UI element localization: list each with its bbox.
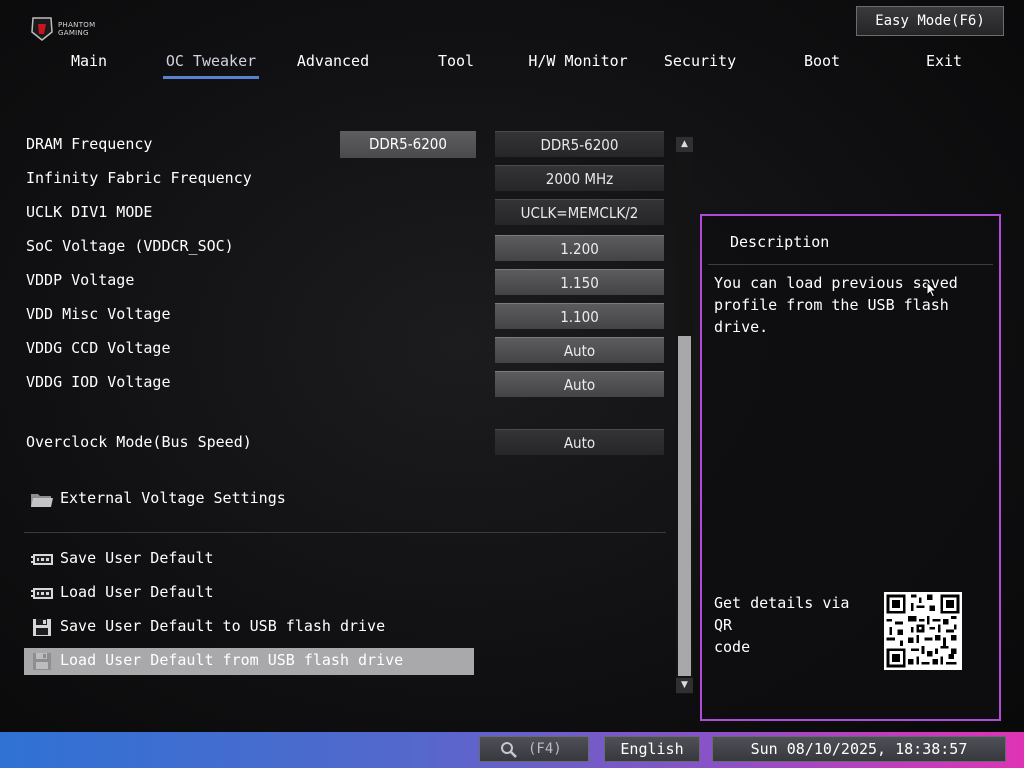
action-label: Load User Default [60,583,214,601]
description-panel: Description You can load previous saved … [700,214,1001,721]
mouse-cursor-icon [926,281,938,298]
folder-icon [31,494,53,507]
action-label: Save User Default [60,549,214,567]
tab-tool[interactable]: Tool [394,52,518,70]
setting-label-vddg-ccd-voltage: VDDG CCD Voltage [26,339,171,357]
phantom-gaming-logo: PHANTOM GAMING [30,16,104,44]
vddg-iod-voltage-input[interactable]: Auto [495,371,664,397]
uclk-div1-mode-select[interactable]: UCLK=MEMCLK/2 [495,199,664,225]
main-nav: Main OC Tweaker Advanced Tool H/W Monito… [0,48,1024,82]
search-button[interactable]: (F4) [479,736,589,762]
datetime-display[interactable]: Sun 08/10/2025, 18:38:57 [712,736,1006,762]
action-save-user-default-to-usb[interactable]: Save User Default to USB flash drive [24,614,474,641]
action-save-user-default[interactable]: Save User Default [24,546,474,573]
description-separator [708,264,993,265]
active-tab-indicator [163,76,259,79]
bios-chip-icon [31,588,53,599]
logo-text-line1: PHANTOM [58,21,96,29]
action-label: Save User Default to USB flash drive [60,617,386,635]
action-label: Load User Default from USB flash drive [60,651,404,669]
setting-label-vdd-misc-voltage: VDD Misc Voltage [26,305,171,323]
language-button[interactable]: English [604,736,700,762]
description-title: Description [730,233,830,251]
setting-label-overclock-mode: Overclock Mode(Bus Speed) [26,433,252,451]
phantom-gaming-logo-icon [31,17,53,41]
tab-advanced[interactable]: Advanced [271,52,395,70]
setting-label-soc-voltage: SoC Voltage (VDDCR_SOC) [26,237,234,255]
action-load-user-default-from-usb[interactable]: Load User Default from USB flash drive [24,648,474,675]
setting-label-dram-frequency: DRAM Frequency [26,135,153,153]
qr-code-icon [884,592,962,670]
vddp-voltage-input[interactable]: 1.150 [495,269,664,295]
qr-code-caption: Get details via QR code [714,594,850,656]
easy-mode-button[interactable]: Easy Mode(F6) [856,6,1004,36]
scrollbar-thumb[interactable] [678,336,691,676]
action-load-user-default[interactable]: Load User Default [24,580,474,607]
vddg-ccd-voltage-input[interactable]: Auto [495,337,664,363]
tab-boot[interactable]: Boot [760,52,884,70]
scroll-up-arrow-icon[interactable]: ▲ [676,137,693,152]
section-divider [24,532,666,533]
tab-oc-tweaker[interactable]: OC Tweaker [149,52,273,70]
tab-security[interactable]: Security [638,52,762,70]
dram-frequency-current-value: DDR5-6200 [340,131,476,158]
infinity-fabric-frequency-select[interactable]: 2000 MHz [495,165,664,191]
tab-exit[interactable]: Exit [882,52,1006,70]
bottom-status-bar: (F4) English Sun 08/10/2025, 18:38:57 [0,732,1024,768]
overclock-mode-select[interactable]: Auto [495,429,664,455]
setting-label-vddp-voltage: VDDP Voltage [26,271,135,289]
bios-chip-icon [31,554,53,565]
scroll-down-arrow-icon[interactable]: ▼ [676,678,693,693]
setting-label-uclk-div1-mode: UCLK DIV1 MODE [26,203,153,221]
search-shortcut-label: (F4) [528,741,562,757]
setting-label-infinity-fabric-frequency: Infinity Fabric Frequency [26,169,252,187]
search-icon [501,742,517,758]
tab-hw-monitor[interactable]: H/W Monitor [516,52,640,70]
setting-label-vddg-iod-voltage: VDDG IOD Voltage [26,373,171,391]
submenu-external-voltage-settings[interactable]: External Voltage Settings [24,486,474,513]
description-text: You can load previous saved profile from… [714,274,958,336]
dram-frequency-select[interactable]: DDR5-6200 [495,131,664,157]
floppy-disk-icon [33,619,51,636]
logo-text: PHANTOM GAMING [58,21,95,37]
vdd-misc-voltage-input[interactable]: 1.100 [495,303,664,329]
soc-voltage-input[interactable]: 1.200 [495,235,664,261]
logo-text-line2: GAMING [58,29,89,37]
submenu-label: External Voltage Settings [60,489,286,507]
tab-main[interactable]: Main [27,52,151,70]
floppy-disk-icon [33,653,51,670]
